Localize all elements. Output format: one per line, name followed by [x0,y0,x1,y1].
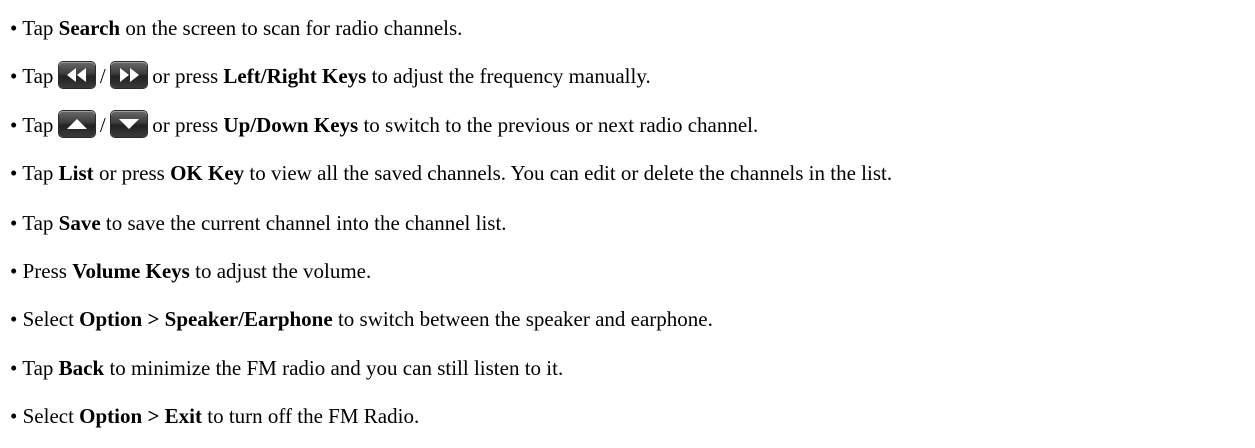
bullet: • [10,211,18,235]
text: Tap [22,211,59,235]
text: Select [22,404,80,428]
text: to view all the saved channels. You can … [244,161,893,185]
keyword-list: List [58,161,94,185]
bullet: • [10,356,18,380]
text: or press [147,113,224,137]
text: Press [22,259,73,283]
text: to minimize the FM radio and you can sti… [104,356,564,380]
text: to adjust the volume. [189,259,372,283]
text: Tap [22,64,59,88]
list-item-search: • Tap Search on the screen to scan for r… [10,13,462,43]
keyword-volume-keys: Volume Keys [72,259,190,283]
separator: / [94,64,112,88]
list-item-speaker: • Select Option > Speaker/Earphone to sw… [10,304,713,334]
bullet: • [10,113,18,137]
text: to save the current channel into the cha… [100,211,507,235]
text: or press [147,64,224,88]
list-item-exit: • Select Option > Exit to turn off the F… [10,401,419,431]
list-item-channel-switch: • Tap / or press Up/Down Keys to switch … [10,110,758,140]
keyword-left-right-keys: Left/Right Keys [223,64,367,88]
list-item-save: • Tap Save to save the current channel i… [10,208,507,238]
keyword-option-speaker-earphone: Option > Speaker/Earphone [79,307,333,331]
bullet: • [10,64,18,88]
separator: / [94,113,112,137]
bullet: • [10,161,18,185]
text: to switch between the speaker and earpho… [332,307,713,331]
text: or press [93,161,171,185]
keyword-search: Search [58,16,121,40]
keyword-up-down-keys: Up/Down Keys [223,113,359,137]
keyword-save: Save [58,211,101,235]
fast-forward-icon [111,62,148,88]
keyword-back: Back [58,356,105,380]
up-arrow-icon [58,111,95,137]
list-item-volume: • Press Volume Keys to adjust the volume… [10,256,371,286]
text: Tap [22,113,59,137]
list-item-list: • Tap List or press OK Key to view all t… [10,158,892,188]
bullet: • [10,16,18,40]
text: to turn off the FM Radio. [202,404,420,428]
text: to switch to the previous or next radio … [358,113,759,137]
bullet: • [10,404,18,428]
bullet: • [10,307,18,331]
keyword-option-exit: Option > Exit [79,404,202,428]
down-arrow-icon [111,111,148,137]
list-item-back: • Tap Back to minimize the FM radio and … [10,353,563,383]
text: on the screen to scan for radio channels… [120,16,463,40]
text: Tap [22,356,59,380]
text: Tap [22,161,59,185]
text: Select [22,307,80,331]
text: Tap [22,16,59,40]
list-item-frequency: • Tap / or press Left/Right Keys to adju… [10,61,651,91]
keyword-ok-key: OK Key [170,161,245,185]
rewind-icon [58,62,95,88]
text: to adjust the frequency manually. [366,64,651,88]
bullet: • [10,259,18,283]
